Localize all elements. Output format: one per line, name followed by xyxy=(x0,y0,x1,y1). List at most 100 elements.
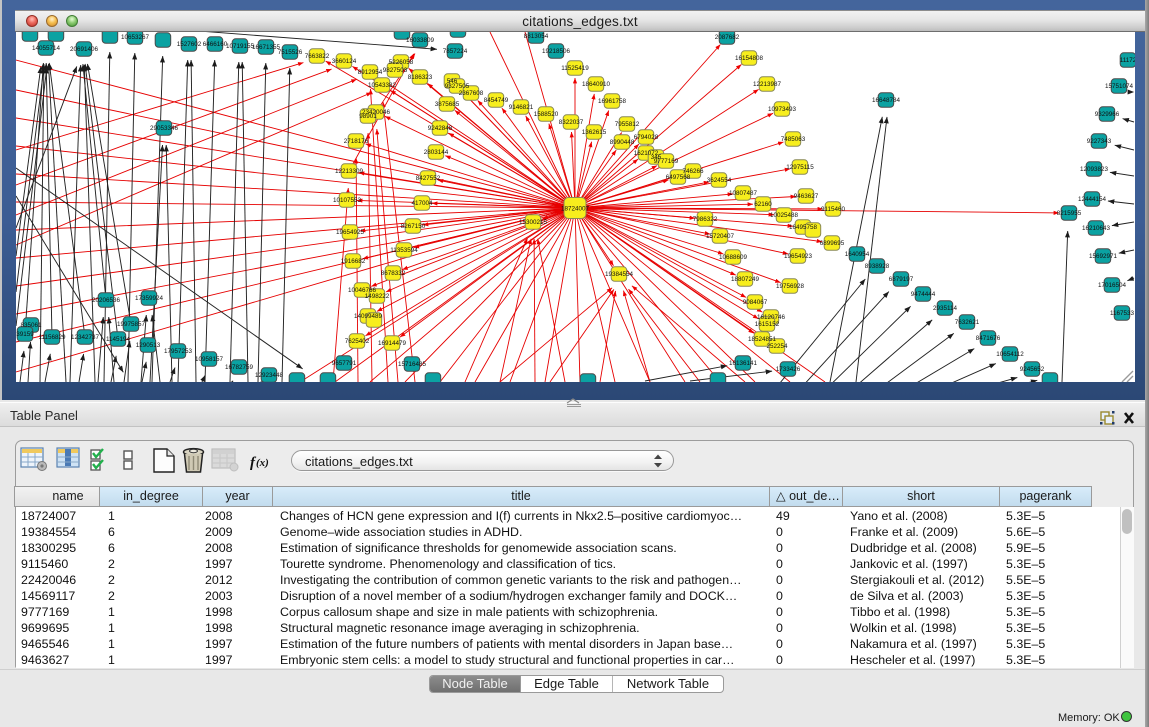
svg-text:1615152: 1615152 xyxy=(755,321,780,328)
svg-text:16782759: 16782759 xyxy=(225,364,254,371)
svg-text:18524851: 18524851 xyxy=(748,336,777,343)
svg-text:14099489: 14099489 xyxy=(354,313,383,320)
svg-text:9474444: 9474444 xyxy=(911,291,936,298)
svg-text:2935114: 2935114 xyxy=(933,305,958,312)
svg-text:1362615: 1362615 xyxy=(582,129,607,136)
svg-text:1640954: 1640954 xyxy=(845,251,870,258)
svg-text:3624554: 3624554 xyxy=(707,177,732,184)
svg-text:62160: 62160 xyxy=(754,201,772,208)
svg-text:1145194: 1145194 xyxy=(106,336,131,343)
svg-text:16914479: 16914479 xyxy=(378,340,407,347)
svg-text:7857224: 7857224 xyxy=(443,48,468,55)
svg-text:15692971: 15692971 xyxy=(1089,253,1118,260)
svg-text:9227343: 9227343 xyxy=(1087,138,1112,145)
svg-text:2803144: 2803144 xyxy=(424,149,449,156)
svg-text:3660124: 3660124 xyxy=(332,58,357,65)
svg-text:835061: 835061 xyxy=(20,322,42,329)
svg-text:8678332: 8678332 xyxy=(381,270,406,277)
svg-text:10958157: 10958157 xyxy=(195,356,224,363)
svg-text:6899695: 6899695 xyxy=(820,240,845,247)
svg-text:15300215: 15300215 xyxy=(519,219,548,226)
svg-text:8322037: 8322037 xyxy=(559,119,584,126)
svg-text:8427552: 8427552 xyxy=(416,175,441,182)
svg-text:2367608: 2367608 xyxy=(459,90,484,97)
svg-text:9463627: 9463627 xyxy=(794,193,819,200)
svg-text:8813054: 8813054 xyxy=(524,33,549,40)
svg-text:16136141: 16136141 xyxy=(729,360,758,367)
svg-text:10025488: 10025488 xyxy=(770,212,799,219)
svg-text:9242848: 9242848 xyxy=(428,125,453,132)
svg-text:19218506: 19218506 xyxy=(542,48,571,55)
svg-text:746266: 746266 xyxy=(682,168,704,175)
svg-text:16648784: 16648784 xyxy=(872,97,901,104)
svg-text:12923448: 12923448 xyxy=(255,372,284,379)
svg-text:17016504: 17016504 xyxy=(1098,282,1127,289)
svg-text:9777169: 9777169 xyxy=(654,158,679,165)
svg-text:16671355: 16671355 xyxy=(252,44,281,51)
svg-text:12213987: 12213987 xyxy=(753,81,782,88)
svg-text:19654925: 19654925 xyxy=(336,229,365,236)
svg-text:10807487: 10807487 xyxy=(729,190,758,197)
svg-text:1527602: 1527602 xyxy=(177,41,202,48)
svg-text:16495758: 16495758 xyxy=(789,224,818,231)
svg-text:6879197: 6879197 xyxy=(889,276,914,283)
svg-text:9084067: 9084067 xyxy=(743,299,768,306)
svg-text:15720407: 15720407 xyxy=(706,233,735,240)
svg-text:11156829: 11156829 xyxy=(38,334,66,341)
svg-text:2718176: 2718176 xyxy=(344,138,369,145)
svg-text:16120746: 16120746 xyxy=(757,314,786,321)
svg-text:9115460: 9115460 xyxy=(821,206,846,213)
svg-text:10653267: 10653267 xyxy=(121,34,150,41)
svg-text:17957253: 17957253 xyxy=(164,348,193,355)
svg-text:6794028: 6794028 xyxy=(634,134,659,141)
svg-text:6466160: 6466160 xyxy=(203,41,228,48)
svg-text:98901: 98901 xyxy=(359,113,377,120)
svg-text:10654112: 10654112 xyxy=(996,351,1024,358)
svg-text:8267150: 8267150 xyxy=(401,223,426,230)
svg-text:9327505: 9327505 xyxy=(445,83,470,90)
svg-text:7955812: 7955812 xyxy=(615,121,640,128)
svg-text:19975857: 19975857 xyxy=(117,321,146,328)
svg-text:12975115: 12975115 xyxy=(786,164,814,171)
svg-text:10543382: 10543382 xyxy=(368,82,397,89)
svg-text:1733426: 1733426 xyxy=(776,366,801,373)
svg-text:12342737: 12342737 xyxy=(71,334,100,341)
svg-text:7663822: 7663822 xyxy=(305,53,330,60)
svg-text:12213309: 12213309 xyxy=(335,168,364,175)
svg-text:9657791: 9657791 xyxy=(332,360,357,367)
svg-text:1588520: 1588520 xyxy=(534,111,559,118)
svg-text:9827503: 9827503 xyxy=(383,67,408,74)
svg-text:17359924: 17359924 xyxy=(135,295,164,302)
svg-text:11353594: 11353594 xyxy=(390,247,418,254)
svg-text:417004: 417004 xyxy=(411,200,433,207)
svg-text:10973493: 10973493 xyxy=(768,106,797,113)
svg-text:2087682: 2087682 xyxy=(715,34,740,41)
svg-text:16033809: 16033809 xyxy=(406,37,435,44)
svg-text:11525419: 11525419 xyxy=(561,65,589,72)
svg-text:19756928: 19756928 xyxy=(776,283,805,290)
svg-text:8215955: 8215955 xyxy=(1057,210,1082,217)
svg-text:8471676: 8471676 xyxy=(976,335,1001,342)
svg-text:9146821: 9146821 xyxy=(509,104,534,111)
svg-text:18640910: 18640910 xyxy=(582,81,611,88)
svg-text:7485063: 7485063 xyxy=(781,136,806,143)
svg-text:7986322: 7986322 xyxy=(693,216,718,223)
svg-text:18807249: 18807249 xyxy=(731,276,760,283)
svg-text:7625402: 7625402 xyxy=(345,338,370,345)
svg-text:20691406: 20691406 xyxy=(70,46,99,53)
svg-text:15716485: 15716485 xyxy=(398,361,427,368)
svg-text:8186323: 8186323 xyxy=(408,74,433,81)
svg-text:19654923: 19654923 xyxy=(784,253,813,260)
svg-text:3875685: 3875685 xyxy=(435,101,460,108)
svg-text:8912954: 8912954 xyxy=(358,69,383,76)
svg-text:10107553: 10107553 xyxy=(333,197,362,204)
svg-text:39159: 39159 xyxy=(16,331,34,338)
svg-text:1916682: 1916682 xyxy=(341,258,366,265)
svg-text:(x): (x) xyxy=(256,457,269,469)
svg-text:7515526: 7515526 xyxy=(278,49,303,56)
svg-text:19384554: 19384554 xyxy=(605,271,634,278)
svg-text:16154808: 16154808 xyxy=(735,55,764,62)
svg-text:1167533: 1167533 xyxy=(1110,310,1135,317)
svg-text:11172: 11172 xyxy=(1120,57,1135,64)
svg-text:9245652: 9245652 xyxy=(1020,366,1045,373)
